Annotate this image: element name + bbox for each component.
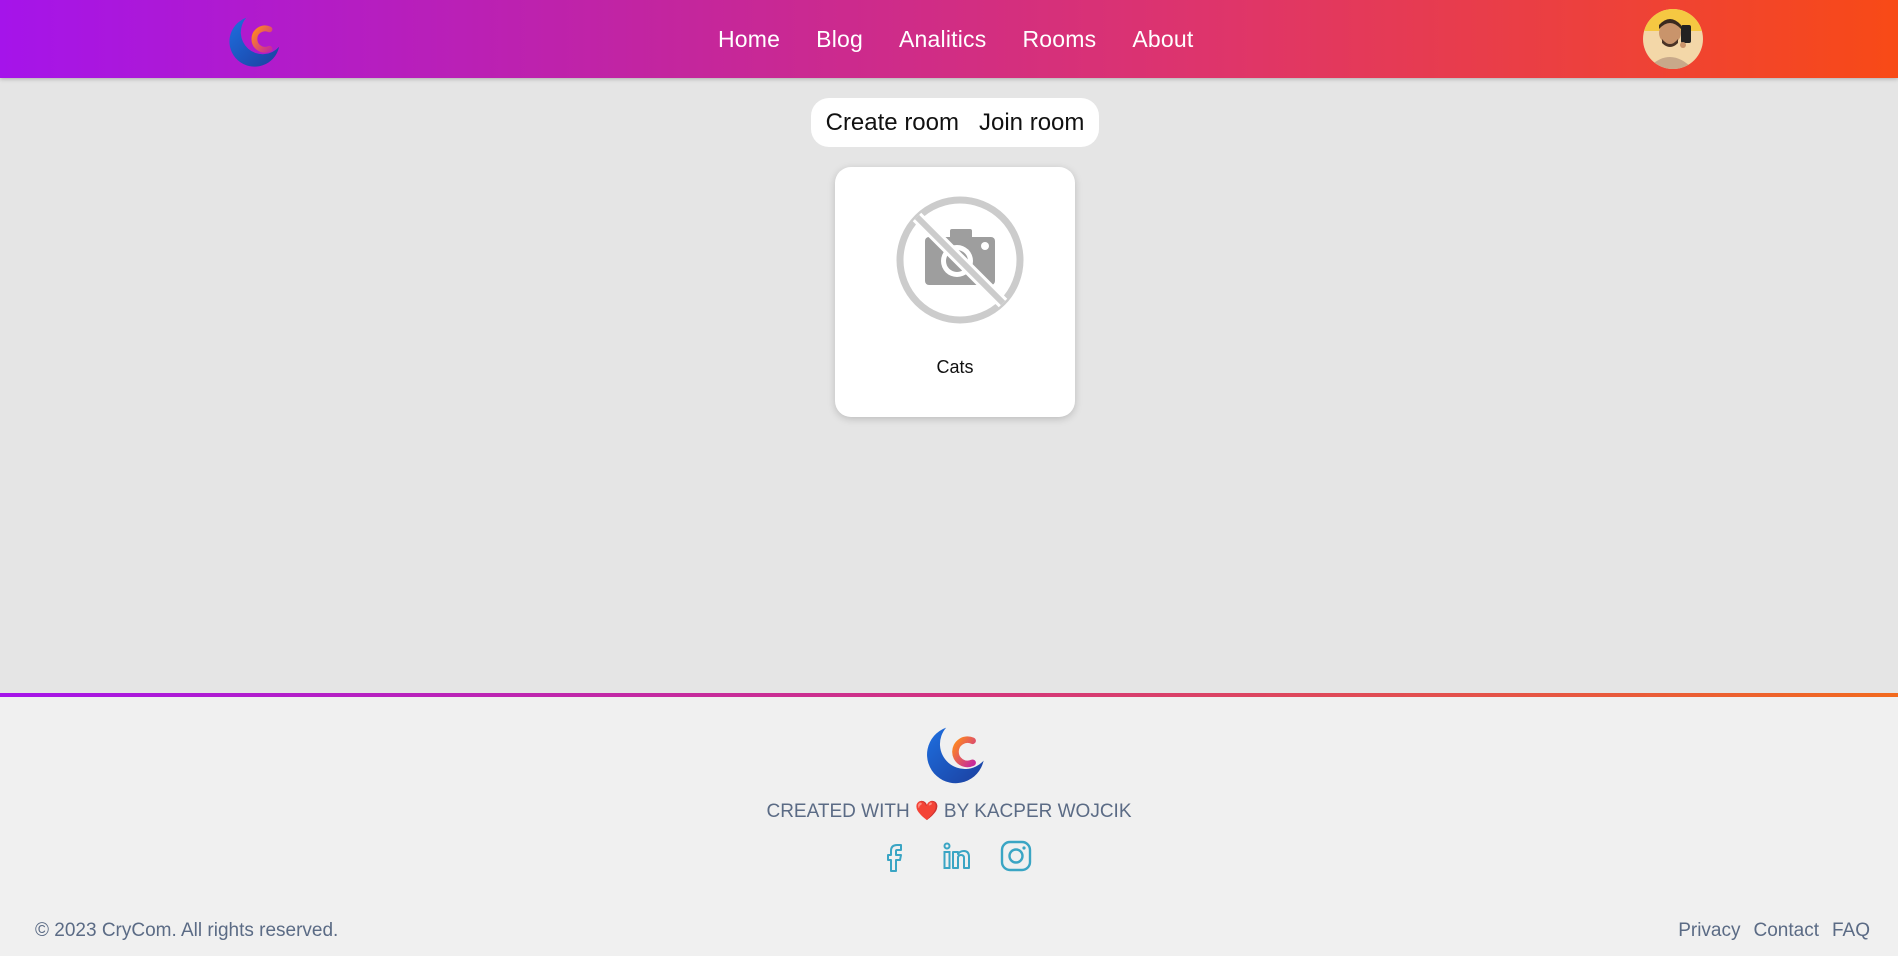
nav-about[interactable]: About: [1132, 26, 1193, 53]
room-action-switch: Create room Join room: [811, 98, 1099, 147]
nav-analitics[interactable]: Analitics: [899, 26, 986, 53]
facebook-icon[interactable]: [877, 839, 911, 873]
avatar-icon: [1643, 9, 1703, 69]
footer-divider: [0, 693, 1898, 697]
top-navbar: Home Blog Analitics Rooms About: [0, 0, 1898, 78]
room-card[interactable]: Cats: [835, 167, 1075, 417]
social-links: [877, 839, 1037, 873]
site-footer: CREATED WITH ❤️ BY KACPER WOJCIK © 2023 …: [0, 693, 1898, 956]
nav-blog[interactable]: Blog: [816, 26, 863, 53]
create-room-button[interactable]: Create room: [816, 109, 969, 137]
credit-suffix: BY KACPER WOJCIK: [943, 801, 1132, 822]
main-nav: Home Blog Analitics Rooms About: [700, 0, 1211, 78]
nav-rooms[interactable]: Rooms: [1022, 26, 1096, 53]
linkedin-icon[interactable]: [939, 839, 973, 873]
copyright-text: © 2023 CryCom. All rights reserved.: [35, 920, 339, 941]
user-avatar[interactable]: [1643, 9, 1703, 69]
crycom-logo-icon: [927, 727, 984, 784]
credit-prefix: CREATED WITH: [766, 801, 910, 822]
instagram-icon[interactable]: [999, 839, 1033, 873]
footer-credit: CREATED WITH ❤️ BY KACPER WOJCIK: [0, 799, 1898, 823]
no-camera-icon: [896, 196, 1024, 324]
footer-link-faq[interactable]: FAQ: [1832, 920, 1870, 942]
room-name: Cats: [936, 357, 974, 377]
footer-link-privacy[interactable]: Privacy: [1678, 920, 1740, 942]
footer-link-contact[interactable]: Contact: [1754, 920, 1819, 942]
join-room-button[interactable]: Join room: [969, 109, 1094, 137]
heart-icon: ❤️: [914, 801, 939, 822]
footer-links: Privacy Contact FAQ: [1665, 920, 1870, 942]
crycom-logo-icon[interactable]: [225, 12, 283, 70]
nav-home[interactable]: Home: [718, 26, 780, 53]
